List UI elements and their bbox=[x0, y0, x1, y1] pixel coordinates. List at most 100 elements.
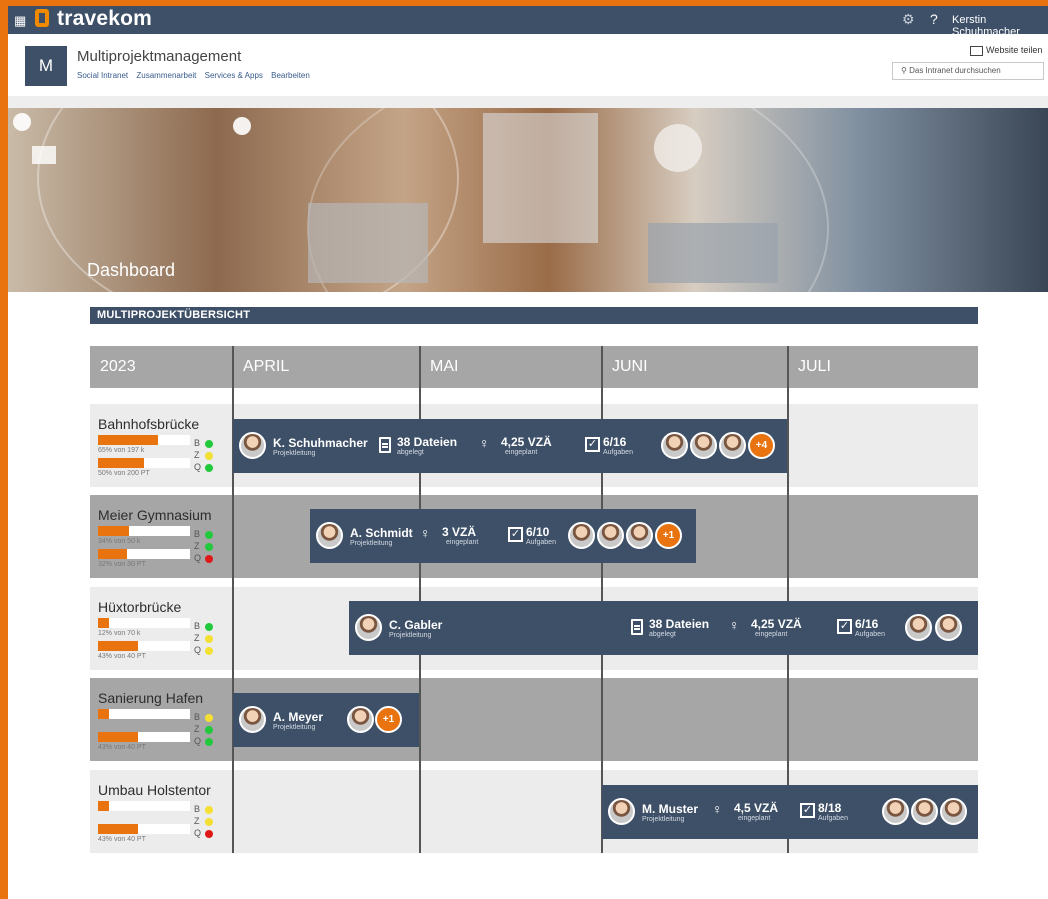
help-icon[interactable]: ? bbox=[930, 11, 938, 27]
project-bar[interactable]: K. Schuhmacher Projektleitung 38 Dateien ab… bbox=[233, 419, 787, 473]
waffle-icon[interactable]: ▦ bbox=[14, 13, 26, 29]
project-bar[interactable]: C. Gabler Projektleitung 38 Dateien abgeleg… bbox=[349, 601, 978, 655]
lead-name[interactable]: K. Schuhmacher bbox=[273, 436, 368, 450]
lead-avatar[interactable] bbox=[239, 706, 266, 733]
more-members-badge[interactable]: +1 bbox=[655, 522, 682, 549]
vza-value[interactable]: 4,25 VZÄ bbox=[751, 617, 802, 631]
project-card[interactable]: Umbau Holstentor 43% von 40 PT B Z Q bbox=[90, 770, 225, 853]
vza-value[interactable]: 3 VZÄ bbox=[442, 525, 476, 539]
status-light-letter: Q bbox=[194, 736, 202, 746]
time-progress-track bbox=[98, 824, 190, 834]
nav-item-social-intranet[interactable]: Social Intranet bbox=[77, 71, 128, 80]
site-logo[interactable]: M bbox=[25, 46, 67, 86]
lead-avatar[interactable] bbox=[608, 798, 635, 825]
budget-progress-fill bbox=[98, 435, 158, 445]
month-juni: JUNI bbox=[602, 346, 787, 388]
nav-item-services-apps[interactable]: Services & Apps bbox=[205, 71, 263, 80]
lead-avatar[interactable] bbox=[355, 614, 382, 641]
status-lights: BZQ bbox=[194, 712, 218, 748]
lead-role: Projektleitung bbox=[273, 450, 316, 457]
more-members-badge[interactable]: +1 bbox=[375, 706, 402, 733]
status-light: Z bbox=[194, 724, 218, 736]
project-card[interactable]: Bahnhofsbrücke 65% von 197 k 50% von 200 P… bbox=[90, 404, 225, 487]
budget-progress-label: 34% von 50 k bbox=[98, 538, 141, 545]
project-timeline: 2023 APRIL MAI JUNI JULI Bahnhofsbrücke 6… bbox=[90, 346, 978, 853]
page-frame: ▦ travekom ⚙ ? Kerstin Schuhmacher M Mul… bbox=[8, 6, 1048, 899]
vza-label: eingeplant bbox=[505, 449, 538, 456]
status-dot bbox=[205, 806, 213, 814]
lead-name[interactable]: A. Meyer bbox=[273, 710, 323, 724]
project-name[interactable]: Hüxtorbrücke bbox=[98, 599, 225, 615]
status-dot bbox=[205, 440, 213, 448]
nav-item-zusammenarbeit[interactable]: Zusammenarbeit bbox=[136, 71, 196, 80]
files-count[interactable]: 38 Dateien bbox=[397, 435, 457, 449]
project-bar[interactable]: A. Schmidt Projektleitung ♀ 3 VZÄ eingeplant… bbox=[310, 509, 696, 563]
budget-progress-track bbox=[98, 801, 190, 811]
files-count[interactable]: 38 Dateien bbox=[649, 617, 709, 631]
team-avatar[interactable] bbox=[935, 614, 962, 641]
project-bar[interactable]: A. Meyer Projektleitung +1 bbox=[233, 693, 419, 747]
document-icon bbox=[379, 437, 391, 453]
project-card[interactable]: Sanierung Hafen 43% von 40 PT B Z Q bbox=[90, 678, 225, 761]
project-name[interactable]: Umbau Holstentor bbox=[98, 782, 225, 798]
tasks-count[interactable]: 6/10 bbox=[526, 525, 549, 539]
team-avatar[interactable] bbox=[690, 432, 717, 459]
team-avatar[interactable] bbox=[661, 432, 688, 459]
vza-value[interactable]: 4,5 VZÄ bbox=[734, 801, 778, 815]
time-progress-track bbox=[98, 641, 190, 651]
checkbox-icon: ✓ bbox=[837, 619, 852, 634]
status-light: B bbox=[194, 438, 218, 450]
tasks-count[interactable]: 6/16 bbox=[855, 617, 878, 631]
lead-role: Projektleitung bbox=[273, 724, 316, 731]
lead-avatar[interactable] bbox=[316, 522, 343, 549]
time-progress-label: 32% von 30 PT bbox=[98, 561, 146, 568]
budget-progress-track bbox=[98, 618, 190, 628]
lead-name[interactable]: C. Gabler bbox=[389, 618, 442, 632]
status-dot bbox=[205, 623, 213, 631]
nav-item-bearbeiten[interactable]: Bearbeiten bbox=[271, 71, 310, 80]
status-light: Z bbox=[194, 450, 218, 462]
project-card[interactable]: Meier Gymnasium 34% von 50 k 32% von 30 PT… bbox=[90, 495, 225, 578]
files-label: abgelegt bbox=[397, 449, 424, 456]
brand-logo-icon bbox=[35, 9, 49, 27]
share-label: Website teilen bbox=[986, 45, 1043, 55]
year-header: 2023 bbox=[90, 346, 232, 388]
status-light-letter: B bbox=[194, 804, 201, 814]
share-button[interactable]: Website teilen bbox=[970, 45, 1042, 56]
brand-name[interactable]: travekom bbox=[57, 7, 152, 31]
budget-progress-fill bbox=[98, 526, 129, 536]
tasks-count[interactable]: 6/16 bbox=[603, 435, 626, 449]
status-light-letter: Z bbox=[194, 450, 200, 460]
project-name[interactable]: Meier Gymnasium bbox=[98, 507, 225, 523]
search-input[interactable]: ⚲ Das Intranet durchsuchen bbox=[892, 62, 1044, 80]
lead-name[interactable]: A. Schmidt bbox=[350, 526, 413, 540]
section-title: MULTIPROJEKTÜBERSICHT bbox=[90, 307, 978, 324]
more-members-badge[interactable]: +4 bbox=[748, 432, 775, 459]
team-avatar[interactable] bbox=[347, 706, 374, 733]
team-avatar[interactable] bbox=[911, 798, 938, 825]
project-name[interactable]: Sanierung Hafen bbox=[98, 690, 225, 706]
gear-icon[interactable]: ⚙ bbox=[902, 11, 915, 28]
site-title[interactable]: Multiprojektmanagement bbox=[77, 48, 241, 65]
share-icon bbox=[970, 45, 983, 56]
status-light-letter: B bbox=[194, 529, 201, 539]
team-avatar[interactable] bbox=[597, 522, 624, 549]
team-avatar[interactable] bbox=[905, 614, 932, 641]
project-name[interactable]: Bahnhofsbrücke bbox=[98, 416, 225, 432]
budget-progress-label: 12% von 70 k bbox=[98, 630, 141, 637]
tasks-count[interactable]: 8/18 bbox=[818, 801, 841, 815]
team-avatar[interactable] bbox=[568, 522, 595, 549]
vza-value[interactable]: 4,25 VZÄ bbox=[501, 435, 552, 449]
lead-name[interactable]: M. Muster bbox=[642, 802, 698, 816]
lead-avatar[interactable] bbox=[239, 432, 266, 459]
project-card[interactable]: Hüxtorbrücke 12% von 70 k 43% von 40 PT B Z Q bbox=[90, 587, 225, 670]
status-light-letter: Z bbox=[194, 633, 200, 643]
team-avatar[interactable] bbox=[626, 522, 653, 549]
month-april: APRIL bbox=[233, 346, 419, 388]
status-light: B bbox=[194, 529, 218, 541]
project-bar[interactable]: M. Muster Projektleitung ♀ 4,5 VZÄ eingeplan… bbox=[602, 785, 978, 839]
team-avatar[interactable] bbox=[940, 798, 967, 825]
team-avatar[interactable] bbox=[882, 798, 909, 825]
budget-progress-fill bbox=[98, 801, 109, 811]
team-avatar[interactable] bbox=[719, 432, 746, 459]
